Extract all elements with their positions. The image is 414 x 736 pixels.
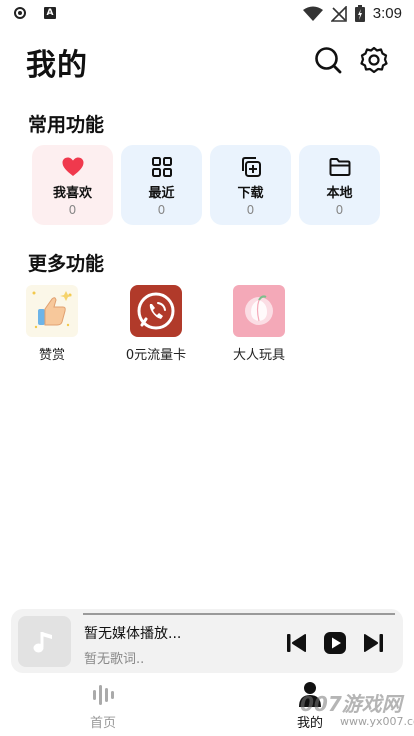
next-button[interactable] [361, 631, 385, 655]
page-title: 我的 [26, 48, 88, 83]
download-card[interactable]: 下载 0 [210, 145, 291, 225]
a-icon: A [44, 7, 56, 19]
local-count: 0 [335, 203, 344, 217]
watermark-url: www.yx007.com [340, 715, 414, 728]
peach-image [233, 285, 285, 337]
status-time: 3:09 [372, 5, 402, 22]
download-count: 0 [246, 203, 255, 217]
battery-icon [354, 5, 365, 22]
recent-card[interactable]: 最近 0 [121, 145, 202, 225]
local-label: 本地 [326, 186, 353, 201]
status-left: A [14, 7, 56, 19]
player-lyric: 暂无歌词.. [84, 652, 145, 667]
previous-button[interactable] [285, 631, 309, 655]
play-icon [324, 632, 346, 654]
data-card-item[interactable]: 0元流量卡 [113, 285, 199, 363]
nav-home[interactable]: 首页 [63, 680, 143, 731]
status-right: 3:09 [302, 5, 402, 22]
phone-card-image [130, 285, 182, 337]
recent-label: 最近 [148, 186, 175, 201]
common-features: 我喜欢 0 最近 0 下载 0 本地 0 [32, 145, 380, 225]
signal-icon [330, 5, 347, 22]
thumbs-up-image [26, 285, 78, 337]
settings-icon [360, 46, 388, 74]
settings-button[interactable] [360, 46, 388, 74]
praise-label: 赞赏 [38, 348, 65, 363]
toy-label: 大人玩具 [232, 348, 285, 363]
player-progress-bar [83, 613, 395, 615]
bars-icon [93, 685, 114, 705]
previous-icon [287, 634, 306, 652]
play-button[interactable] [323, 631, 347, 655]
local-card[interactable]: 本地 0 [299, 145, 380, 225]
wifi-icon [302, 6, 323, 21]
grid-icon [151, 157, 172, 177]
heart-icon [62, 157, 83, 176]
common-section-title: 常用功能 [28, 114, 105, 136]
recent-count: 0 [157, 203, 166, 217]
more-features: 赞赏 0元流量卡 大人玩具 [0, 285, 414, 375]
watermark: 007游戏网 [300, 692, 402, 716]
nav-home-label: 首页 [89, 716, 116, 731]
favorites-count: 0 [68, 203, 77, 217]
status-bar: A 3:09 [0, 0, 414, 30]
search-icon [315, 47, 342, 74]
data-card-label: 0元流量卡 [125, 348, 187, 363]
music-note-icon [33, 632, 52, 653]
player-title: 暂无媒体播放... [84, 626, 182, 642]
record-icon [14, 7, 26, 19]
search-button[interactable] [314, 46, 342, 74]
more-section-title: 更多功能 [28, 253, 105, 275]
download-label: 下载 [237, 186, 264, 201]
praise-item[interactable]: 赞赏 [24, 285, 80, 363]
album-cover[interactable] [18, 616, 71, 667]
toy-item[interactable]: 大人玩具 [223, 285, 295, 363]
mini-player[interactable]: 暂无媒体播放... 暂无歌词.. [11, 609, 403, 673]
favorites-label: 我喜欢 [52, 186, 92, 201]
folder-icon [329, 158, 350, 176]
download-icon [241, 157, 261, 177]
favorites-card[interactable]: 我喜欢 0 [32, 145, 113, 225]
next-icon [364, 634, 383, 652]
